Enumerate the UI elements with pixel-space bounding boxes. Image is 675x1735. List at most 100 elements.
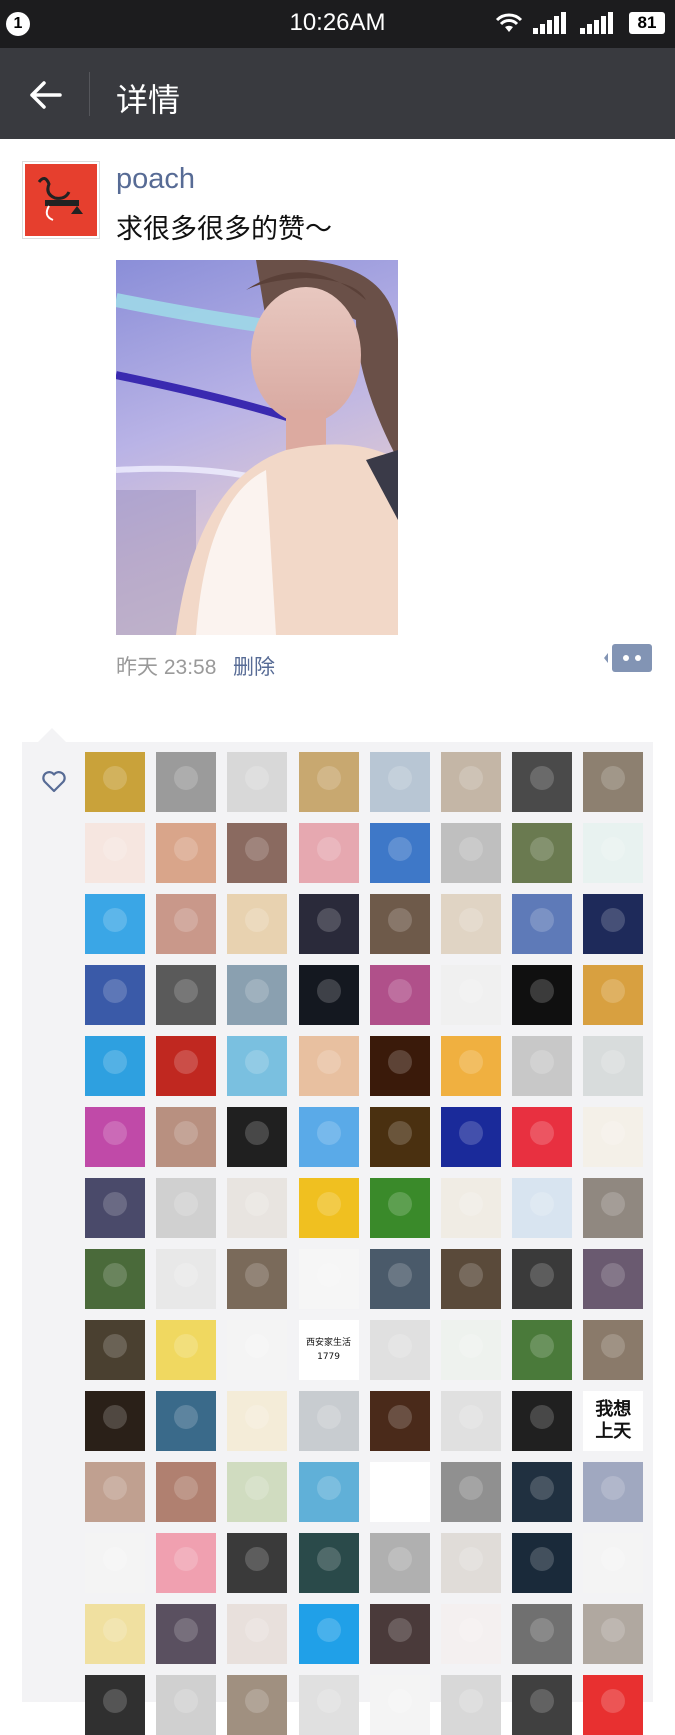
post-photo[interactable]	[116, 260, 398, 635]
liker-avatar[interactable]: 西安家生活 1779	[298, 1320, 359, 1380]
liker-avatar[interactable]	[512, 1036, 573, 1096]
liker-avatar[interactable]	[369, 752, 430, 812]
liker-avatar[interactable]	[369, 1604, 430, 1664]
liker-avatar[interactable]	[85, 1675, 145, 1735]
liker-avatar[interactable]	[85, 1036, 145, 1096]
comment-menu-button[interactable]	[604, 644, 652, 672]
liker-avatar[interactable]	[583, 1675, 644, 1735]
liker-avatar[interactable]	[227, 752, 288, 812]
liker-avatar[interactable]	[85, 965, 145, 1025]
liker-avatar[interactable]	[156, 1036, 217, 1096]
liker-avatar[interactable]	[512, 1675, 573, 1735]
liker-avatar[interactable]	[156, 1604, 217, 1664]
liker-avatar[interactable]	[156, 1391, 217, 1451]
liker-avatar[interactable]	[512, 894, 573, 954]
liker-avatar[interactable]	[227, 1036, 288, 1096]
liker-avatar[interactable]	[512, 1391, 573, 1451]
liker-avatar[interactable]	[369, 1533, 430, 1593]
liker-avatar[interactable]	[583, 1249, 644, 1309]
liker-avatar[interactable]	[440, 965, 501, 1025]
liker-avatar[interactable]	[583, 1107, 644, 1167]
liker-avatar[interactable]	[369, 1675, 430, 1735]
liker-avatar[interactable]	[440, 1249, 501, 1309]
liker-avatar[interactable]	[298, 1675, 359, 1735]
delete-post-link[interactable]: 删除	[233, 651, 275, 681]
liker-avatar[interactable]	[512, 1462, 573, 1522]
liker-avatar[interactable]	[583, 823, 644, 883]
liker-avatar[interactable]	[440, 1675, 501, 1735]
liker-avatar[interactable]	[85, 823, 145, 883]
liker-avatar[interactable]	[583, 965, 644, 1025]
liker-avatar[interactable]	[298, 894, 359, 954]
liker-avatar[interactable]	[369, 1462, 430, 1522]
liker-avatar[interactable]	[156, 752, 217, 812]
liker-avatar[interactable]	[298, 1391, 359, 1451]
liker-avatar[interactable]	[227, 1320, 288, 1380]
liker-avatar[interactable]	[85, 1604, 145, 1664]
liker-avatar[interactable]	[512, 1533, 573, 1593]
liker-avatar[interactable]	[156, 823, 217, 883]
author-avatar[interactable]	[22, 161, 100, 239]
liker-avatar[interactable]	[369, 1178, 430, 1238]
liker-avatar[interactable]	[85, 1462, 145, 1522]
liker-avatar[interactable]	[369, 894, 430, 954]
liker-avatar[interactable]	[227, 1178, 288, 1238]
post-author-name[interactable]: poach	[116, 163, 195, 196]
liker-avatar[interactable]	[156, 1533, 217, 1593]
liker-avatar[interactable]	[227, 1675, 288, 1735]
liker-avatar[interactable]	[583, 1036, 644, 1096]
liker-avatar[interactable]	[298, 823, 359, 883]
liker-avatar[interactable]	[440, 1391, 501, 1451]
liker-avatar[interactable]	[512, 752, 573, 812]
liker-avatar[interactable]	[583, 752, 644, 812]
liker-avatar[interactable]	[369, 965, 430, 1025]
liker-avatar[interactable]	[227, 1604, 288, 1664]
liker-avatar[interactable]	[156, 965, 217, 1025]
liker-avatar[interactable]	[227, 1462, 288, 1522]
liker-avatar[interactable]	[512, 1107, 573, 1167]
liker-avatar[interactable]	[156, 1107, 217, 1167]
liker-avatar[interactable]	[440, 1320, 501, 1380]
liker-avatar[interactable]	[440, 1533, 501, 1593]
liker-avatar[interactable]	[85, 1178, 145, 1238]
liker-avatar[interactable]	[583, 1462, 644, 1522]
liker-avatar[interactable]	[227, 1249, 288, 1309]
liker-avatar[interactable]	[440, 1036, 501, 1096]
liker-avatar[interactable]	[227, 894, 288, 954]
liker-avatar[interactable]	[512, 1604, 573, 1664]
liker-avatar[interactable]	[156, 1320, 217, 1380]
liker-avatar[interactable]	[156, 1675, 217, 1735]
liker-avatar[interactable]	[156, 1462, 217, 1522]
liker-avatar[interactable]	[227, 823, 288, 883]
liker-avatar[interactable]	[85, 752, 145, 812]
liker-avatar[interactable]	[85, 1533, 145, 1593]
liker-avatar[interactable]	[369, 1320, 430, 1380]
liker-avatar[interactable]	[298, 1462, 359, 1522]
liker-avatar[interactable]	[369, 823, 430, 883]
liker-avatar[interactable]	[298, 1249, 359, 1309]
liker-avatar[interactable]	[227, 1391, 288, 1451]
liker-avatar[interactable]	[227, 965, 288, 1025]
liker-avatar[interactable]	[298, 1604, 359, 1664]
liker-avatar[interactable]	[369, 1249, 430, 1309]
liker-avatar[interactable]	[227, 1107, 288, 1167]
arrow-left-icon[interactable]	[20, 70, 70, 120]
liker-avatar[interactable]	[298, 1533, 359, 1593]
liker-avatar[interactable]	[512, 823, 573, 883]
liker-avatar[interactable]	[298, 965, 359, 1025]
liker-avatar[interactable]	[583, 1178, 644, 1238]
liker-avatar[interactable]	[156, 894, 217, 954]
liker-avatar[interactable]	[440, 752, 501, 812]
liker-avatar[interactable]	[298, 1036, 359, 1096]
liker-avatar[interactable]	[85, 1320, 145, 1380]
liker-avatar[interactable]	[512, 1178, 573, 1238]
liker-avatar[interactable]	[298, 752, 359, 812]
liker-avatar[interactable]	[512, 1249, 573, 1309]
liker-avatar[interactable]	[369, 1391, 430, 1451]
liker-avatar[interactable]	[298, 1107, 359, 1167]
liker-avatar[interactable]	[85, 1249, 145, 1309]
liker-avatar[interactable]	[85, 1391, 145, 1451]
liker-avatar[interactable]	[583, 1533, 644, 1593]
liker-avatar[interactable]	[583, 1320, 644, 1380]
liker-avatar[interactable]	[583, 1604, 644, 1664]
